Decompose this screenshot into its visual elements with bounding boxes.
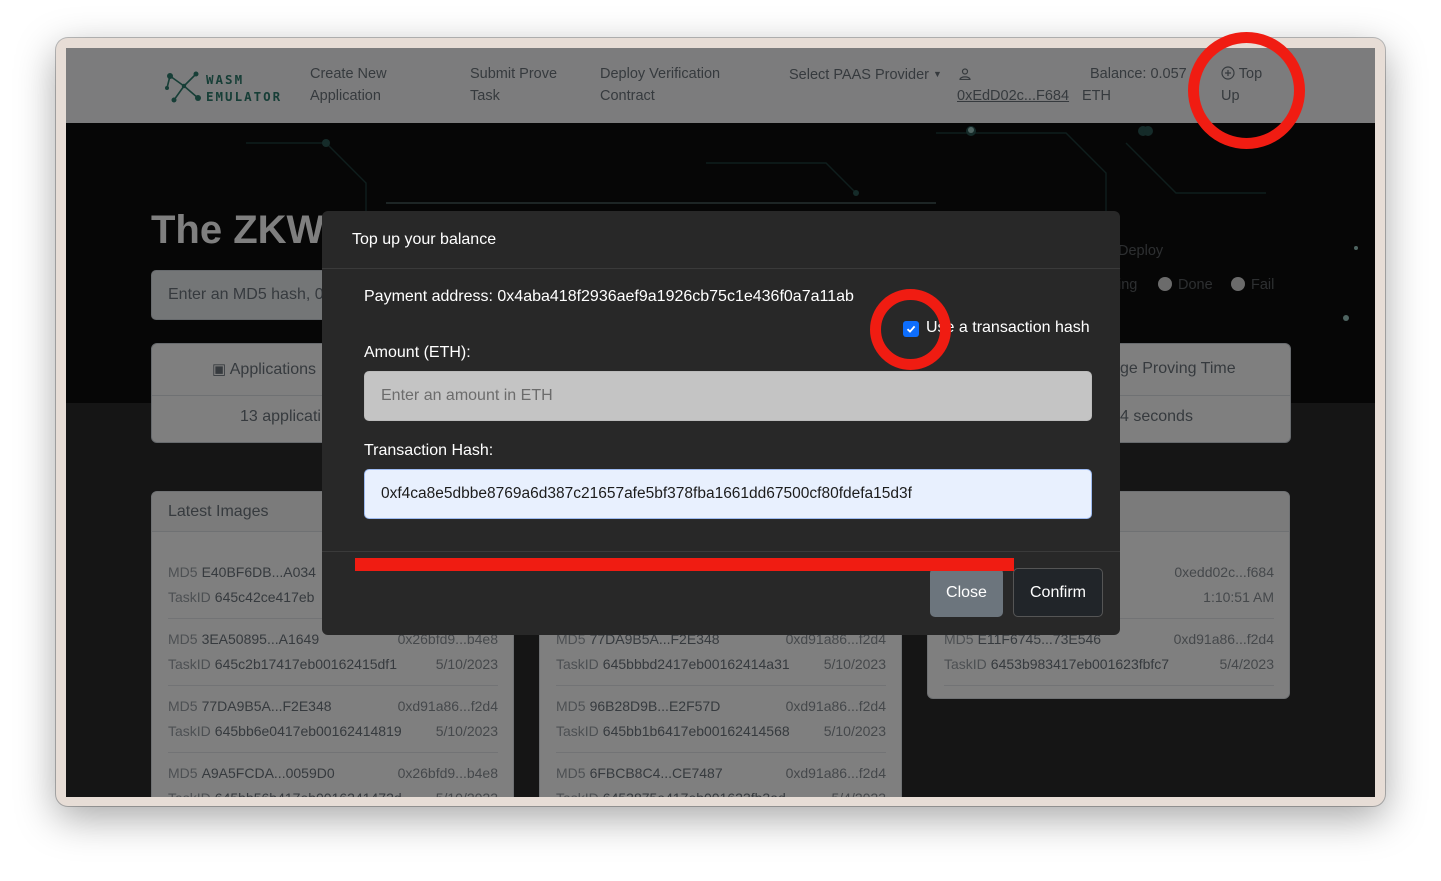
modal-header: Top up your balance [322, 211, 1120, 269]
amount-input[interactable]: Enter an amount in ETH [364, 371, 1092, 421]
browser-viewport: WASM EMULATOR Create New Application Sub… [66, 48, 1375, 797]
payment-address: Payment address: 0x4aba418f2936aef9a1926… [364, 288, 854, 305]
top-up-modal: Top up your balance Payment address: 0x4… [322, 211, 1120, 635]
annotation-circle-topup [1188, 32, 1305, 149]
annotation-circle-checkbox [870, 289, 951, 370]
confirm-button[interactable]: Confirm [1013, 568, 1103, 617]
tx-hash-label: Transaction Hash: [364, 442, 494, 459]
amount-label: Amount (ETH): [364, 344, 471, 361]
modal-title: Top up your balance [352, 231, 497, 248]
annotation-underline [355, 558, 1014, 571]
app-window: WASM EMULATOR Create New Application Sub… [56, 38, 1385, 806]
tx-hash-input[interactable]: 0xf4ca8e5dbbe8769a6d387c21657afe5bf378fb… [364, 469, 1092, 519]
close-button[interactable]: Close [930, 568, 1003, 617]
